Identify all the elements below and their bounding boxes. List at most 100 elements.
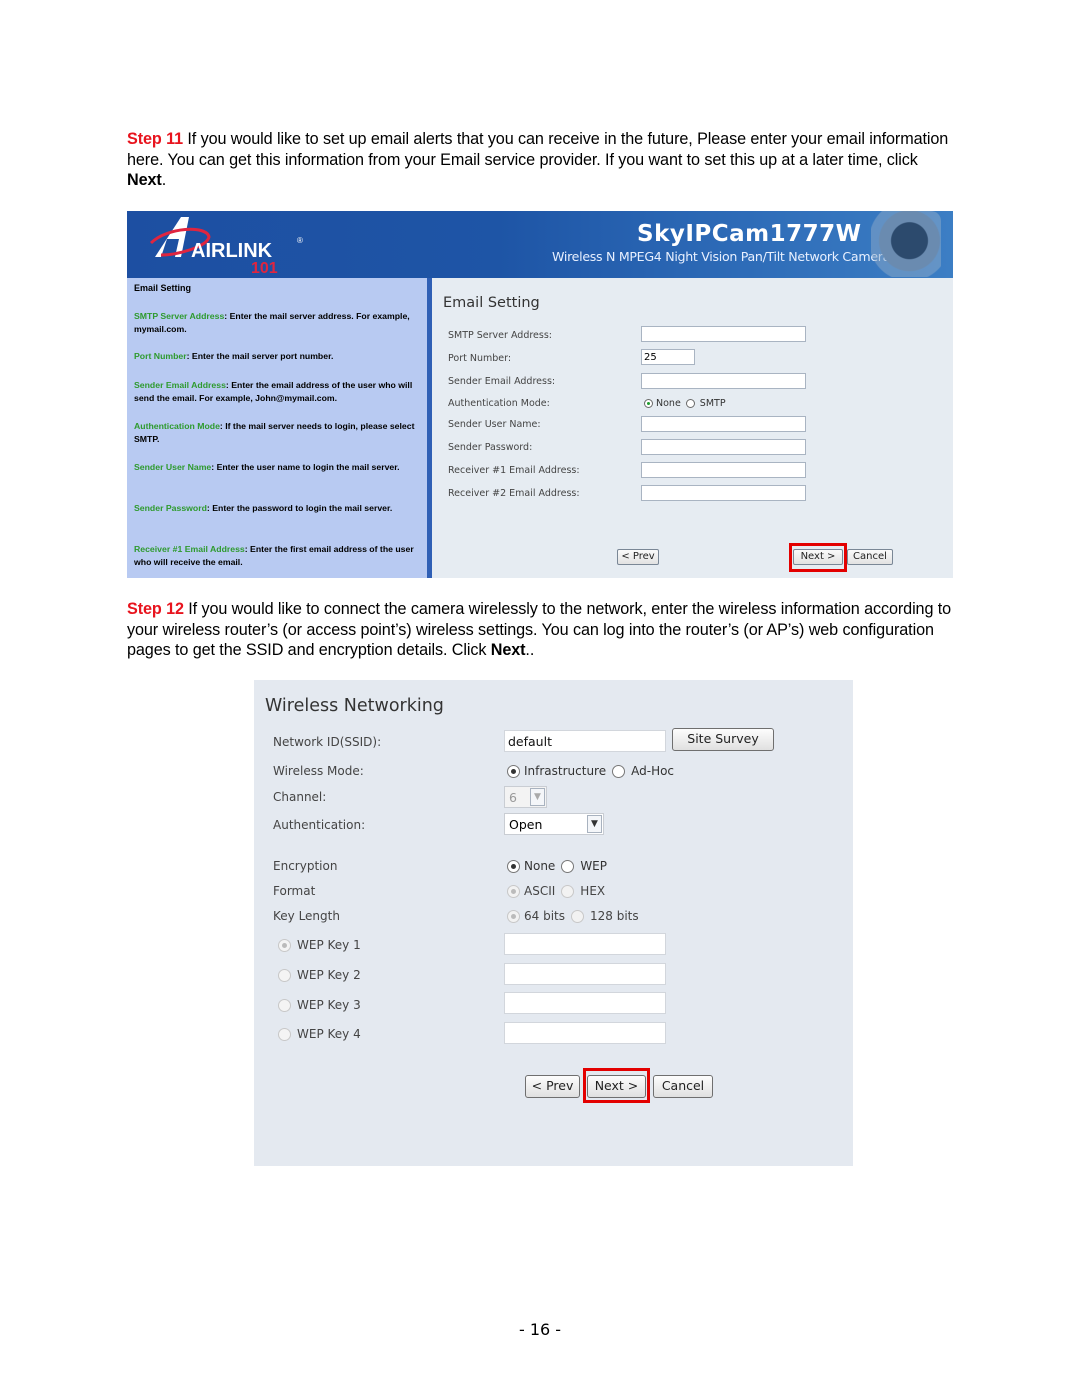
site-survey-button[interactable]: Site Survey — [672, 728, 774, 751]
step-11-end: . — [161, 171, 167, 189]
infrastructure-label: Infrastructure — [524, 764, 607, 778]
channel-label: Channel: — [273, 790, 327, 804]
step-11-paragraph: Step 11 If you would like to set up emai… — [127, 129, 957, 191]
step-11-label: Step 11 — [127, 130, 183, 148]
prev-button[interactable]: < Prev — [525, 1075, 580, 1098]
auth-none-radio[interactable] — [644, 399, 653, 408]
wep-key-4-input[interactable] — [504, 1022, 666, 1044]
encryption-none-radio[interactable] — [507, 859, 520, 873]
help-item: Receiver #1 Email Address: Enter the fir… — [134, 544, 414, 567]
logo-reg: ® — [297, 236, 303, 245]
help-item: SMTP Server Address: Enter the mail serv… — [134, 311, 410, 334]
authentication-label: Authentication: — [273, 818, 366, 832]
logo-text: AIRLINK — [191, 240, 273, 262]
auth-smtp-label: SMTP — [699, 398, 726, 409]
step-12-next-bold: Next — [490, 641, 526, 659]
camera-banner: AIRLINK ® 101 SkyIPCam1777W Wireless N M… — [127, 211, 953, 278]
format-ascii-radio[interactable] — [507, 884, 520, 898]
key-64-radio[interactable] — [507, 909, 520, 923]
key-64-label: 64 bits — [524, 909, 565, 923]
key-length-label: Key Length — [273, 909, 340, 923]
receiver2-label: Receiver #2 Email Address: — [448, 488, 580, 499]
auth-smtp-radio[interactable] — [685, 399, 695, 408]
key-length-radio-group: 64 bits 128 bits — [507, 909, 639, 923]
encryption-wep-label: WEP — [580, 859, 607, 873]
sender-password-label: Sender Password: — [448, 442, 533, 453]
channel-select[interactable]: 6 ▼ — [504, 786, 547, 808]
encryption-none-label: None — [524, 859, 556, 873]
wep-key-row: WEP Key 3 — [278, 998, 361, 1012]
help-item: Port Number: Enter the mail server port … — [134, 351, 334, 361]
receiver1-label: Receiver #1 Email Address: — [448, 465, 580, 476]
cancel-button[interactable]: Cancel — [847, 549, 893, 565]
ssid-input[interactable] — [504, 730, 666, 752]
cancel-button[interactable]: Cancel — [653, 1075, 713, 1098]
sender-user-label: Sender User Name: — [448, 419, 541, 430]
wep-key-2-label: WEP Key 2 — [297, 968, 361, 982]
help-item: Sender User Name: Enter the user name to… — [134, 462, 400, 472]
next-highlight-box — [583, 1068, 650, 1103]
help-item: Sender Password: Enter the password to l… — [134, 503, 393, 513]
chevron-down-icon: ▼ — [587, 815, 602, 833]
key-128-label: 128 bits — [590, 909, 639, 923]
sender-password-input[interactable] — [641, 439, 806, 455]
infrastructure-radio[interactable] — [507, 764, 520, 778]
wep-key-row: WEP Key 1 — [278, 938, 361, 952]
adhoc-radio[interactable] — [612, 764, 626, 778]
wireless-mode-radio-group: Infrastructure Ad-Hoc — [507, 764, 674, 778]
step-12-paragraph: Step 12 If you would like to connect the… — [127, 599, 957, 661]
camera-image — [871, 211, 941, 277]
encryption-wep-radio[interactable] — [561, 859, 575, 873]
adhoc-label: Ad-Hoc — [631, 764, 675, 778]
smtp-server-label: SMTP Server Address: — [448, 330, 552, 341]
wep-key-row: WEP Key 4 — [278, 1027, 361, 1041]
auth-none-label: None — [656, 398, 681, 409]
wep-key-4-radio[interactable] — [278, 1027, 291, 1041]
help-item: Authentication Mode: If the mail server … — [134, 421, 415, 444]
key-128-radio[interactable] — [571, 909, 584, 923]
wep-key-3-label: WEP Key 3 — [297, 998, 361, 1012]
step-12-label: Step 12 — [127, 600, 184, 618]
wep-key-1-input[interactable] — [504, 933, 666, 955]
product-title: SkyIPCam1777W — [637, 221, 862, 247]
wep-key-4-label: WEP Key 4 — [297, 1027, 361, 1041]
ssid-label: Network ID(SSID): — [273, 735, 382, 749]
encryption-label: Encryption — [273, 859, 338, 873]
wep-key-1-label: WEP Key 1 — [297, 938, 361, 952]
form-title: Email Setting — [443, 295, 540, 311]
sender-email-input[interactable] — [641, 373, 806, 389]
wep-key-3-input[interactable] — [504, 992, 666, 1014]
airlink-logo: AIRLINK ® 101 — [149, 217, 303, 275]
help-panel: Email Setting SMTP Server Address: Enter… — [127, 278, 429, 578]
help-title: Email Setting — [134, 283, 192, 293]
email-setting-form: Email Setting SMTP Server Address: Port … — [432, 278, 953, 578]
wep-key-row: WEP Key 2 — [278, 968, 361, 982]
step-12-text: If you would like to connect the camera … — [127, 600, 952, 659]
product-subtitle: Wireless N MPEG4 Night Vision Pan/Tilt N… — [552, 249, 891, 264]
format-label: Format — [273, 884, 316, 898]
wep-key-1-radio[interactable] — [278, 938, 291, 952]
format-hex-radio[interactable] — [561, 884, 575, 898]
auth-mode-radio-group: None SMTP — [644, 398, 726, 409]
next-highlight-box — [789, 543, 847, 572]
receiver2-input[interactable] — [641, 485, 806, 501]
authentication-select[interactable]: Open ▼ — [504, 813, 604, 835]
wep-key-3-radio[interactable] — [278, 998, 291, 1012]
port-number-input[interactable] — [641, 349, 695, 365]
authentication-value: Open — [509, 817, 543, 832]
step-11-next-bold: Next — [127, 171, 162, 189]
wep-key-2-input[interactable] — [504, 963, 666, 985]
prev-button[interactable]: < Prev — [617, 549, 659, 565]
wireless-mode-label: Wireless Mode: — [273, 764, 364, 778]
wep-key-2-radio[interactable] — [278, 968, 291, 982]
wireless-title: Wireless Networking — [265, 696, 444, 716]
format-hex-label: HEX — [580, 884, 606, 898]
smtp-server-input[interactable] — [641, 326, 806, 342]
sender-user-input[interactable] — [641, 416, 806, 432]
auth-mode-label: Authentication Mode: — [448, 398, 550, 409]
chevron-down-icon: ▼ — [530, 788, 545, 806]
port-number-label: Port Number: — [448, 353, 512, 364]
email-setting-screenshot: AIRLINK ® 101 SkyIPCam1777W Wireless N M… — [127, 211, 953, 578]
receiver1-input[interactable] — [641, 462, 806, 478]
logo-number: 101 — [251, 260, 278, 275]
